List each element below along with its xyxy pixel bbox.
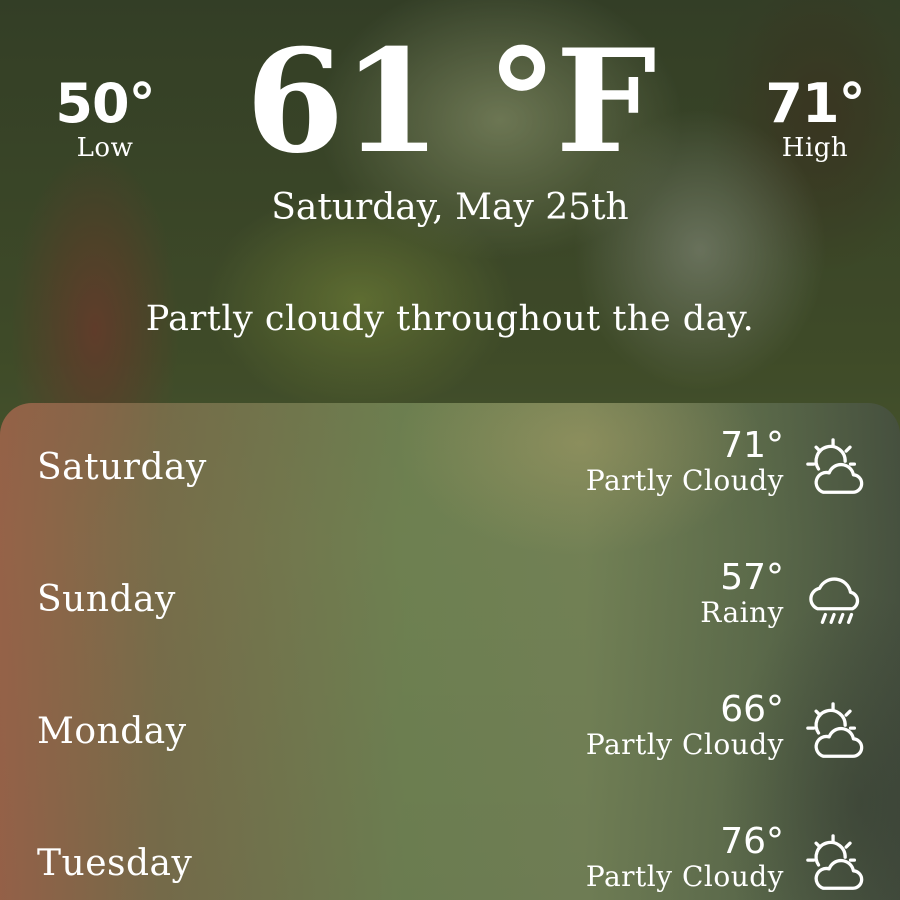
forecast-day-info: 71° Partly Cloudy <box>586 428 784 498</box>
forecast-day-condition: Partly Cloudy <box>585 464 784 497</box>
forecast-day-name: Tuesday <box>37 843 193 884</box>
high-temperature: 71° High <box>740 72 890 163</box>
partly-cloudy-icon <box>804 834 866 896</box>
forecast-day-condition: Rainy <box>700 596 784 629</box>
forecast-day-name: Sunday <box>37 579 176 620</box>
high-temperature-label: High <box>781 133 849 163</box>
forecast-day-name: Monday <box>37 711 187 752</box>
partly-cloudy-icon <box>804 438 866 500</box>
forecast-row-sunday[interactable]: Sunday 57° Rainy <box>0 535 900 667</box>
forecast-day-temp: 71° <box>720 425 784 466</box>
forecast-day-temp: 66° <box>720 689 784 730</box>
forecast-day-info: 76° Partly Cloudy <box>586 824 784 894</box>
forecast-day-temp: 57° <box>720 557 784 598</box>
rain-cloud-icon <box>804 570 866 632</box>
forecast-day-info: 57° Rainy <box>700 560 784 630</box>
forecast-row-saturday[interactable]: Saturday 71° Partly Cloudy <box>0 403 900 535</box>
current-date: Saturday, May 25th <box>271 187 629 228</box>
forecast-panel[interactable]: Saturday 71° Partly Cloudy Sunday 57° Ra… <box>0 403 900 900</box>
weather-summary: Partly cloudy throughout the day. <box>145 299 755 339</box>
forecast-day-temp: 76° <box>720 821 784 862</box>
forecast-day-condition: Partly Cloudy <box>585 728 784 761</box>
forecast-day-info: 66° Partly Cloudy <box>586 692 784 762</box>
partly-cloudy-icon <box>804 702 866 764</box>
forecast-row-monday[interactable]: Monday 66° Partly Cloudy <box>0 667 900 799</box>
high-temperature-value: 71° <box>765 72 865 135</box>
forecast-day-name: Saturday <box>37 447 207 488</box>
forecast-row-tuesday[interactable]: Tuesday 76° Partly Cloudy <box>0 799 900 900</box>
forecast-day-condition: Partly Cloudy <box>585 860 784 893</box>
